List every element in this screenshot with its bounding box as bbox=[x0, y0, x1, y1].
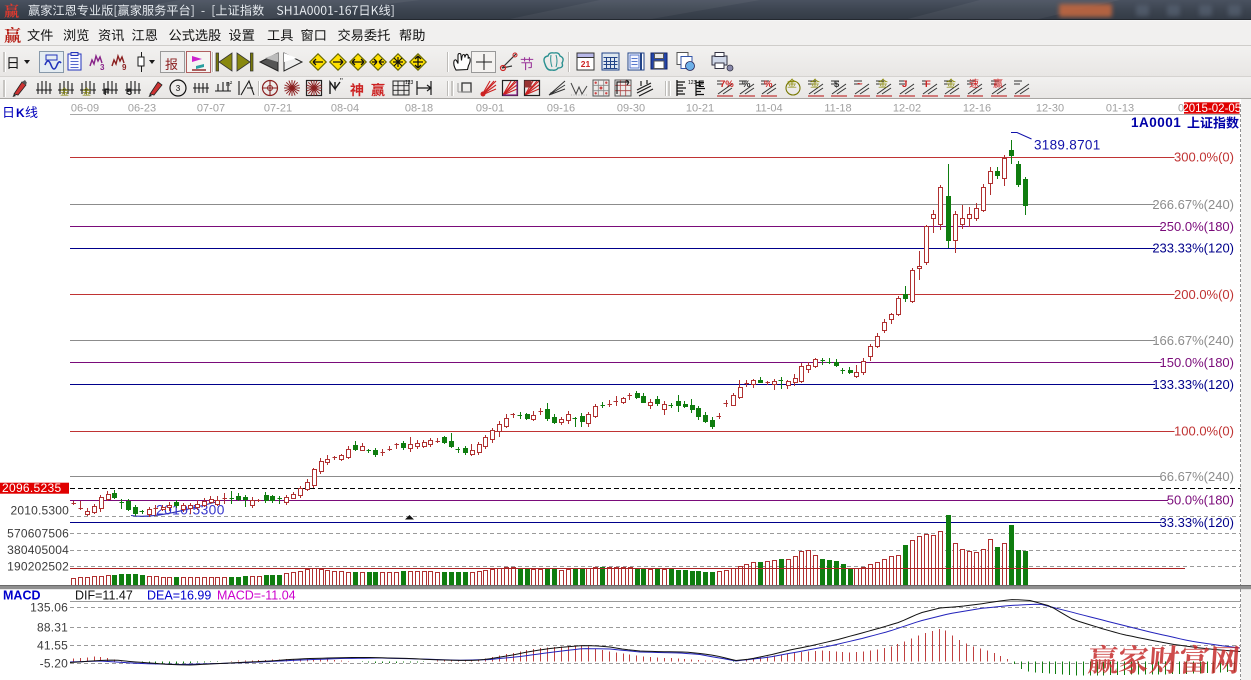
svg-text:09-16: 09-16 bbox=[547, 103, 575, 115]
svg-text:88.31: 88.31 bbox=[37, 621, 68, 635]
svg-text:12-02: 12-02 bbox=[893, 103, 921, 115]
svg-text:-5.20: -5.20 bbox=[40, 657, 68, 671]
svg-text:123: 123 bbox=[688, 80, 697, 86]
svg-text:09-01: 09-01 bbox=[476, 103, 504, 115]
svg-text:07-21: 07-21 bbox=[264, 103, 292, 115]
svg-text:08-04: 08-04 bbox=[331, 103, 359, 115]
svg-text:190202502: 190202502 bbox=[7, 560, 69, 574]
svg-text:11-04: 11-04 bbox=[755, 103, 782, 115]
svg-text:K: K bbox=[16, 106, 25, 120]
svg-text:$: $ bbox=[834, 79, 840, 90]
svg-text:E: E bbox=[698, 79, 704, 90]
svg-text:~: ~ bbox=[857, 79, 863, 90]
svg-text:DEA=16.99: DEA=16.99 bbox=[147, 589, 211, 603]
svg-text:166.67%(240): 166.67%(240) bbox=[1152, 333, 1234, 348]
svg-text:300.0%(0): 300.0%(0) bbox=[1174, 150, 1234, 165]
svg-text:2015-02-05: 2015-02-05 bbox=[1182, 103, 1241, 115]
svg-text:41.55: 41.55 bbox=[37, 639, 68, 653]
svg-text:200.0%(0): 200.0%(0) bbox=[1174, 287, 1234, 302]
svg-text:10-21: 10-21 bbox=[686, 103, 714, 115]
svg-text:570607506: 570607506 bbox=[7, 527, 69, 541]
svg-text:150.0%(180): 150.0%(180) bbox=[1160, 355, 1234, 370]
svg-text:MACD=-11.04: MACD=-11.04 bbox=[217, 589, 296, 603]
svg-text:135.06: 135.06 bbox=[30, 601, 68, 615]
svg-text:12-30: 12-30 bbox=[1036, 103, 1064, 115]
svg-text:123: 123 bbox=[405, 80, 414, 86]
svg-text:n²: n² bbox=[226, 81, 233, 88]
svg-text:33.33%(120): 33.33%(120) bbox=[1160, 515, 1234, 530]
svg-text:9: 9 bbox=[122, 63, 127, 72]
svg-text:06-23: 06-23 bbox=[128, 103, 156, 115]
svg-text:11-18: 11-18 bbox=[824, 103, 851, 115]
svg-text:F: F bbox=[104, 87, 110, 97]
svg-text:3189.8701: 3189.8701 bbox=[1034, 138, 1101, 153]
svg-text:F: F bbox=[925, 79, 931, 90]
svg-text:233.33%(120): 233.33%(120) bbox=[1152, 241, 1234, 256]
svg-text:DIF=11.47: DIF=11.47 bbox=[75, 589, 133, 603]
svg-text:100.0%(0): 100.0%(0) bbox=[1174, 424, 1234, 439]
svg-text:%: % bbox=[742, 79, 751, 90]
svg-text:2010.5300: 2010.5300 bbox=[10, 504, 69, 518]
svg-text:7%: 7% bbox=[720, 79, 734, 90]
svg-text:07-07: 07-07 bbox=[197, 103, 225, 115]
svg-text:133.33%(120): 133.33%(120) bbox=[1152, 377, 1234, 392]
svg-text:J: J bbox=[902, 79, 907, 90]
svg-text:06-09: 06-09 bbox=[71, 103, 99, 115]
svg-text:5: 5 bbox=[127, 87, 132, 97]
svg-text:09-30: 09-30 bbox=[617, 103, 645, 115]
svg-text:3: 3 bbox=[100, 63, 105, 72]
svg-text:1A0001: 1A0001 bbox=[1131, 115, 1181, 130]
svg-text:12-16: 12-16 bbox=[963, 103, 991, 115]
svg-text:380405004: 380405004 bbox=[7, 543, 69, 557]
svg-text:50.0%(180): 50.0%(180) bbox=[1167, 493, 1234, 508]
svg-text:%: % bbox=[764, 79, 773, 90]
svg-text:3: 3 bbox=[176, 84, 181, 93]
svg-text:250.0%(180): 250.0%(180) bbox=[1160, 219, 1234, 234]
svg-text:01-13: 01-13 bbox=[1106, 103, 1134, 115]
svg-text:08-18: 08-18 bbox=[405, 103, 433, 115]
svg-text:21: 21 bbox=[581, 59, 591, 69]
svg-text:": " bbox=[340, 77, 343, 86]
svg-text:266.67%(240): 266.67%(240) bbox=[1152, 197, 1234, 212]
svg-text:66.67%(240): 66.67%(240) bbox=[1160, 469, 1234, 484]
svg-text:2096.5235: 2096.5235 bbox=[2, 481, 61, 495]
